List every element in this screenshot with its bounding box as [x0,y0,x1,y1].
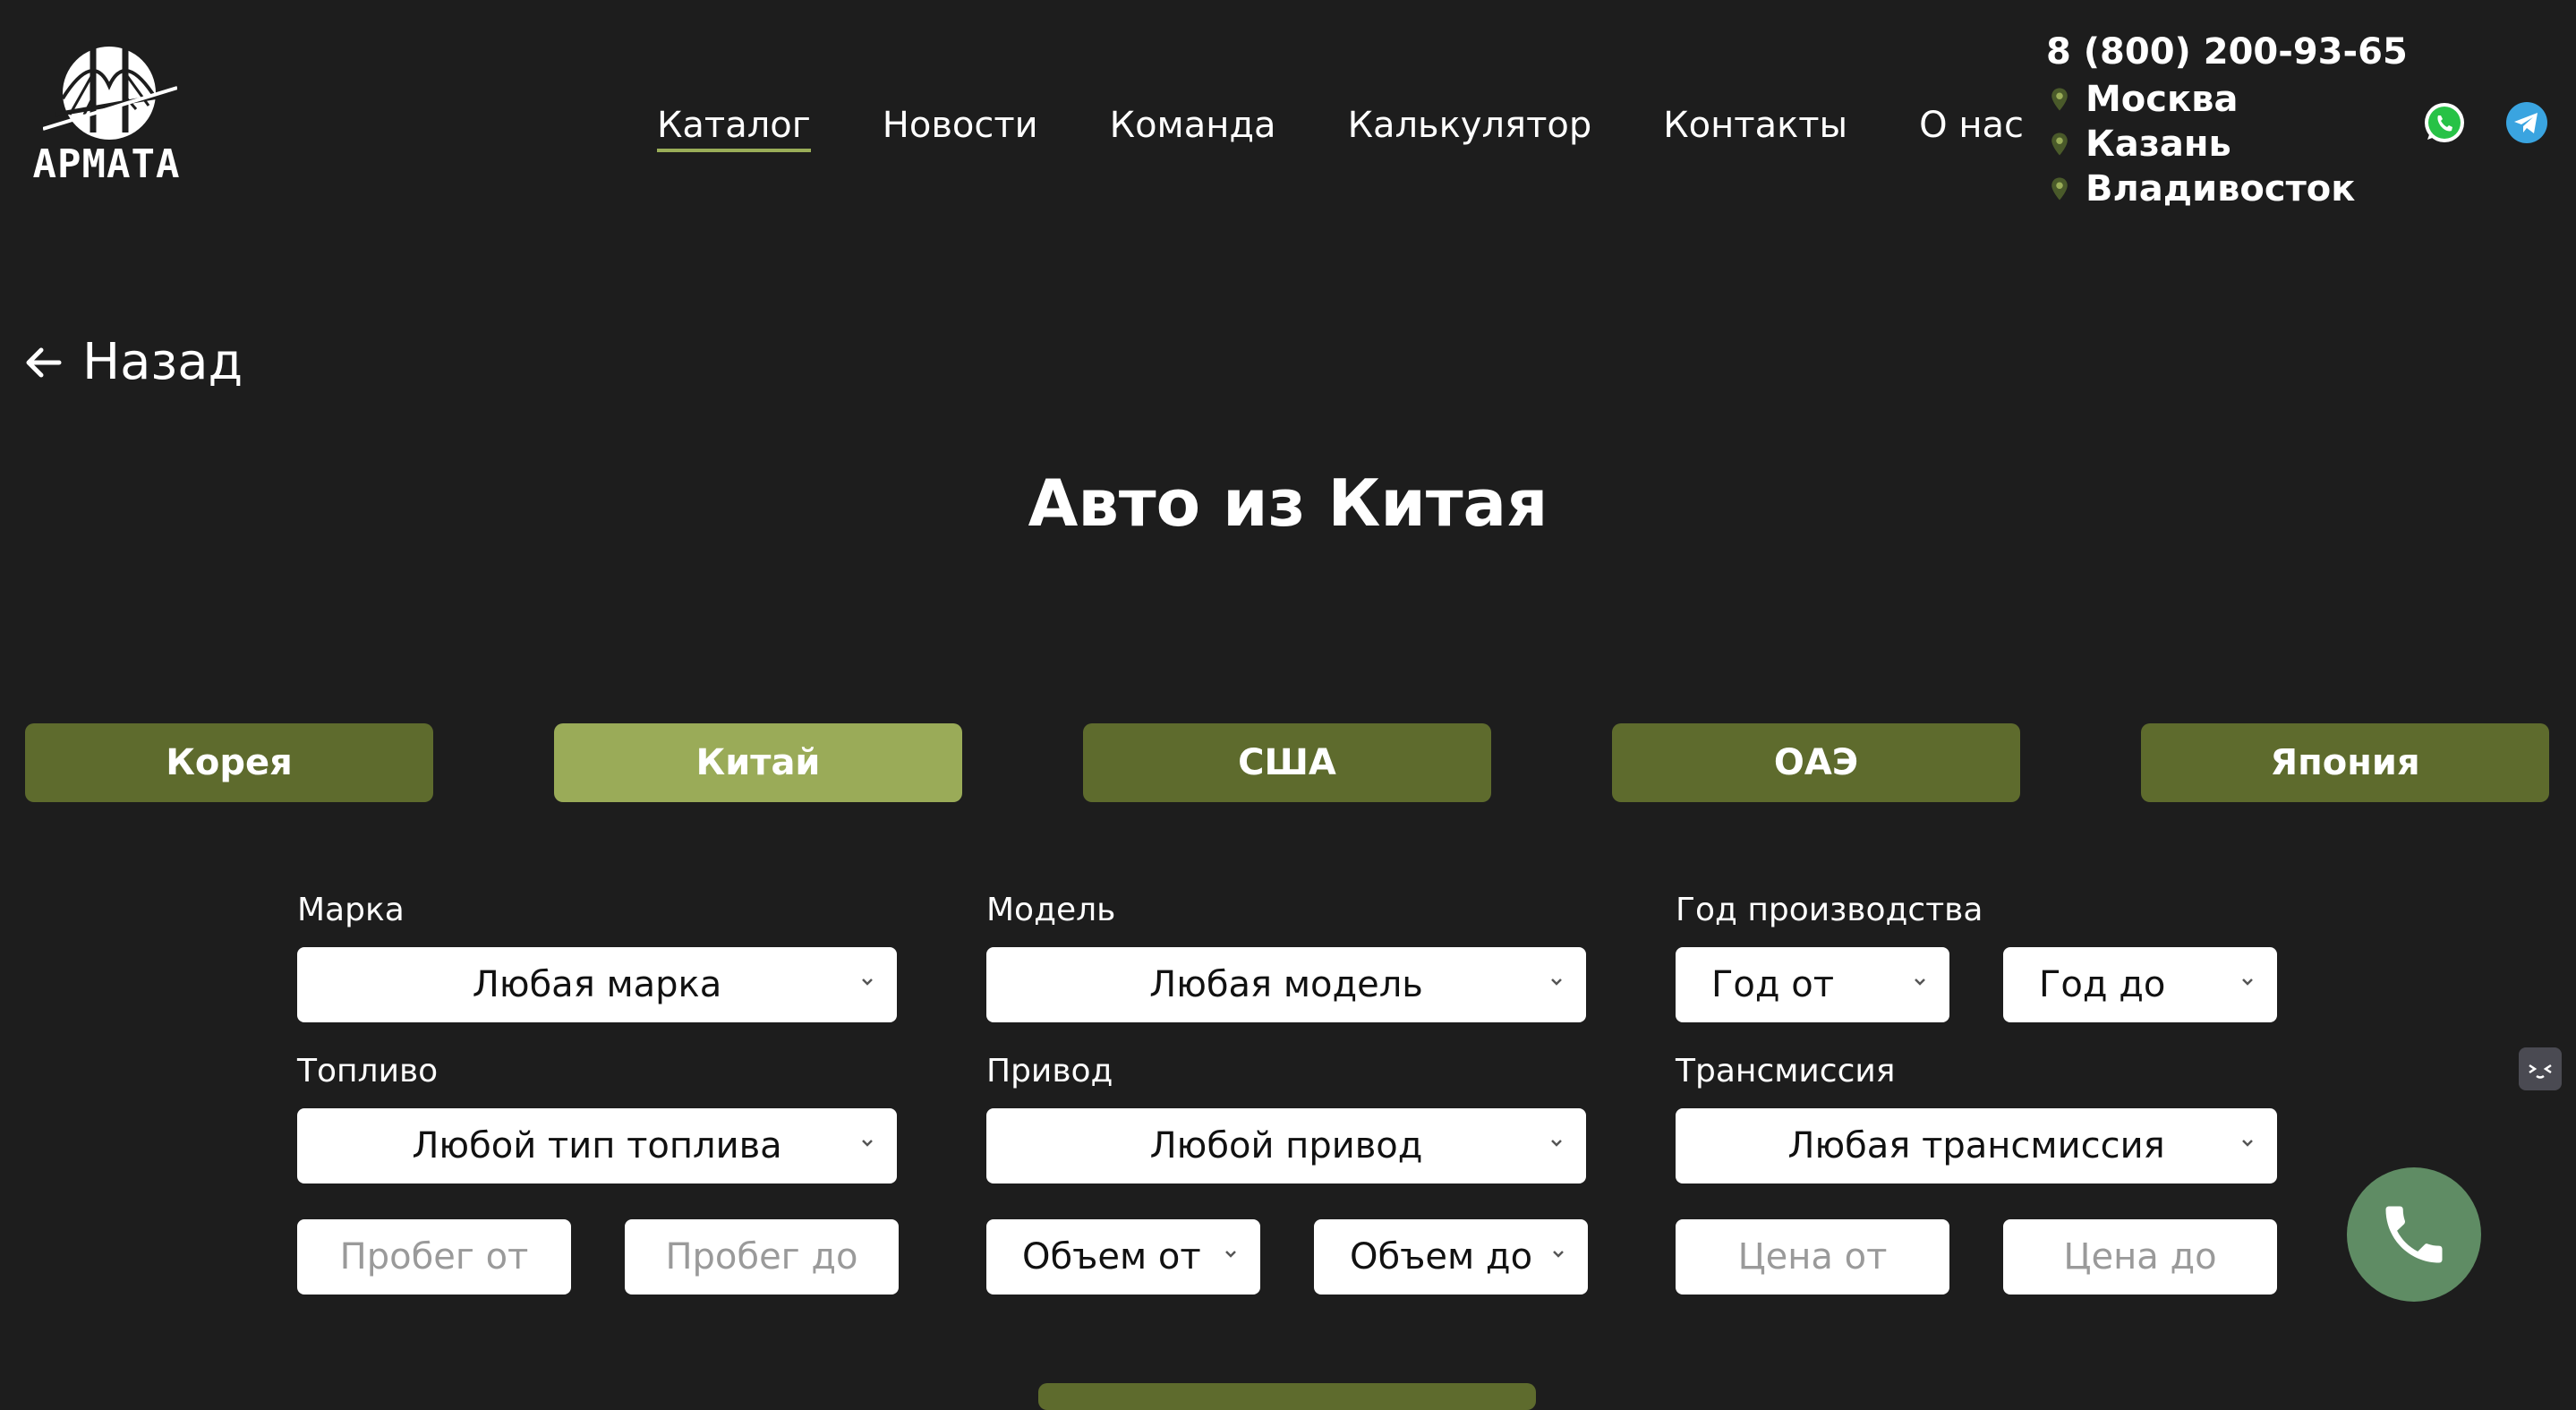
chevron-down-icon [862,978,873,986]
phone-number[interactable]: 8 (800) 200-93-65 [2046,27,2408,77]
fuel-select[interactable]: Любой тип топлива [297,1108,897,1184]
back-link[interactable]: Назад [23,333,243,391]
contacts-block: 8 (800) 200-93-65 Москва Казань Владивос… [2046,27,2408,211]
drive-select[interactable]: Любой привод [986,1108,1586,1184]
year-from-value: Год от [1711,964,1835,1005]
transmission-label: Трансмиссия [1676,1053,1896,1090]
brand-label: Марка [297,892,405,928]
nav-item-about[interactable]: О нас [1919,98,2024,152]
tab-usa[interactable]: США [1083,723,1491,802]
logo[interactable]: АРМАТА [30,43,183,200]
map-pin-icon [2051,132,2068,156]
price-from-input[interactable]: Цена от [1676,1219,1949,1295]
year-to-select[interactable]: Год до [2003,947,2277,1022]
price-to-input[interactable]: Цена до [2003,1219,2277,1295]
tab-korea[interactable]: Корея [25,723,433,802]
drive-select-value: Любой привод [1149,1125,1423,1166]
logo-text: АРМАТА [32,141,181,187]
model-select[interactable]: Любая модель [986,947,1586,1022]
nav-item-news[interactable]: Новости [883,98,1038,152]
nav-item-catalog[interactable]: Каталог [657,98,811,152]
widget-face-icon [2529,1064,2552,1079]
year-to-value: Год до [2039,964,2166,1005]
mileage-to-input[interactable]: Пробег до [625,1219,899,1295]
city-label: Владивосток [2086,168,2356,209]
chevron-down-icon [1915,978,1925,986]
volume-from-value: Объем от [1022,1236,1201,1278]
chevron-down-icon [1551,1140,1562,1147]
transmission-select-value: Любая трансмиссия [1787,1125,2165,1166]
city-vladivostok[interactable]: Владивосток [2046,167,2408,211]
volume-to-select[interactable]: Объем до [1314,1219,1588,1295]
telegram-icon[interactable] [2504,100,2549,145]
call-button[interactable] [2347,1167,2481,1302]
chevron-down-icon [1551,978,1562,986]
map-pin-icon [2051,177,2068,201]
page-title: Авто из Китая [1028,466,1548,541]
chevron-down-icon [2242,1140,2253,1147]
mileage-from-input[interactable]: Пробег от [297,1219,571,1295]
brand-select-value: Любая марка [472,964,722,1005]
chevron-down-icon [1225,1251,1236,1258]
whatsapp-icon[interactable] [2422,100,2467,145]
tab-japan[interactable]: Япония [2141,723,2549,802]
submit-button-edge[interactable] [1038,1383,1536,1410]
volume-to-value: Объем до [1350,1236,1533,1278]
fuel-label: Топливо [297,1053,439,1090]
chat-widget-icon[interactable] [2519,1047,2562,1090]
arrow-left-icon [26,347,62,377]
chevron-down-icon [2242,978,2253,986]
back-label: Назад [82,333,243,391]
brand-select[interactable]: Любая марка [297,947,897,1022]
chevron-down-icon [862,1140,873,1147]
transmission-select[interactable]: Любая трансмиссия [1676,1108,2277,1184]
model-label: Модель [986,892,1116,928]
city-label: Москва [2086,79,2239,120]
volume-from-select[interactable]: Объем от [986,1219,1260,1295]
nav-item-team[interactable]: Команда [1110,98,1276,152]
year-from-select[interactable]: Год от [1676,947,1949,1022]
bridge-logo-icon [43,47,177,140]
chevron-down-icon [1553,1251,1564,1258]
year-label: Год производства [1676,892,1983,928]
drive-label: Привод [986,1053,1113,1090]
fuel-select-value: Любой тип топлива [412,1125,782,1166]
tab-china[interactable]: Китай [554,723,962,802]
map-pin-icon [2051,88,2068,111]
city-kazan[interactable]: Казань [2046,122,2408,167]
city-moscow[interactable]: Москва [2046,77,2408,122]
tab-uae[interactable]: ОАЭ [1612,723,2020,802]
nav-item-contacts[interactable]: Контакты [1663,98,1847,152]
city-label: Казань [2086,124,2231,165]
model-select-value: Любая модель [1149,964,1423,1005]
phone-icon [2385,1206,2443,1263]
main-nav: Каталог Новости Команда Калькулятор Конт… [657,98,2024,152]
nav-item-calculator[interactable]: Калькулятор [1348,98,1592,152]
